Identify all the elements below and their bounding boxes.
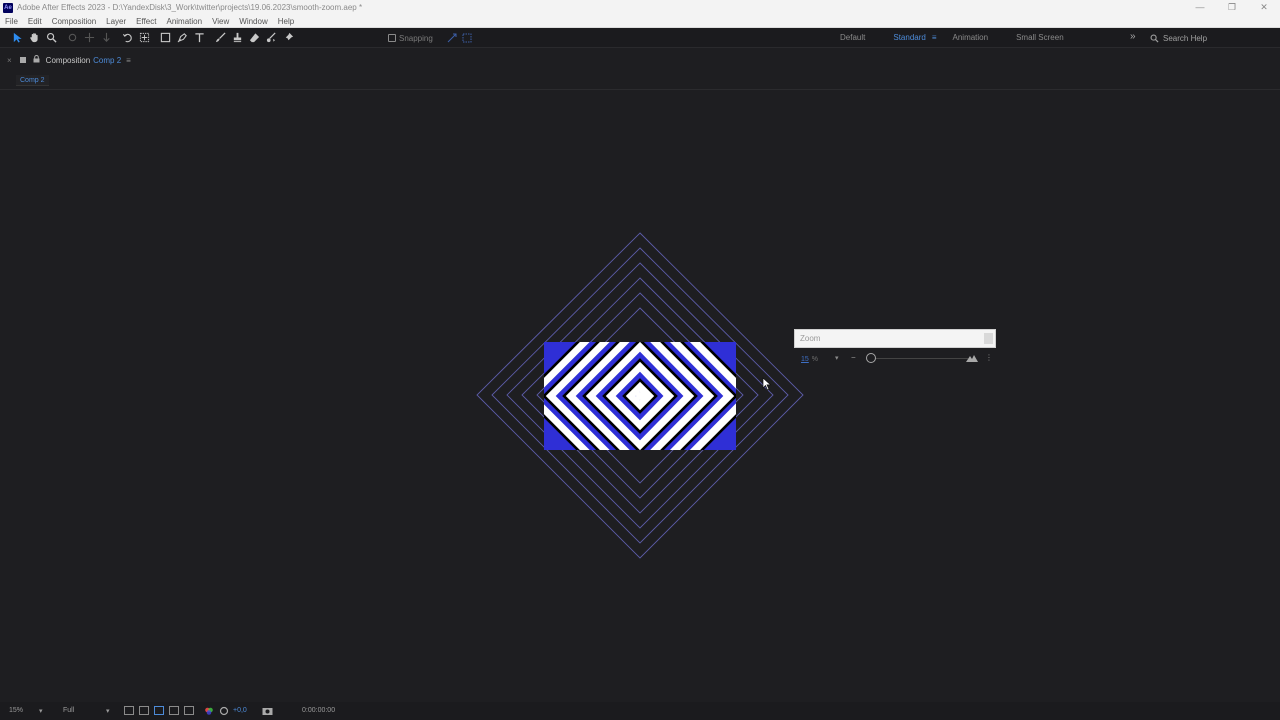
current-time-display[interactable]: 0:00:00:00 [302,707,335,714]
lock-icon[interactable] [33,55,40,65]
more-workspaces-icon[interactable]: » [1130,31,1136,42]
magnification-chevron-icon[interactable]: ▾ [39,707,43,715]
clone-stamp-tool-icon[interactable] [229,30,245,46]
workspace-standard[interactable]: Standard [893,33,925,42]
zoom-field-clear[interactable] [984,333,993,344]
tools-panel: Snapping Default Standard ≡ Animation Sm… [0,28,1280,48]
snapping-label: Snapping [399,33,433,43]
hand-tool-icon[interactable] [26,30,42,46]
comp-tab[interactable]: Comp 2 [16,75,49,86]
composition-artwork [476,232,804,559]
color-channels-icon[interactable] [204,706,214,716]
dolly-camera-tool-icon[interactable] [98,30,114,46]
composition-panel-header: × Composition Comp 2 ≡ [0,50,1280,70]
minimize-button[interactable]: — [1185,2,1215,13]
rectangle-tool-icon[interactable] [157,30,173,46]
zoom-unit: % [811,355,819,363]
menu-effect[interactable]: Effect [131,17,161,26]
composition-panel-icon [19,57,26,63]
type-tool-icon[interactable] [191,30,207,46]
orbit-camera-tool-icon[interactable] [64,30,80,46]
workspace-default[interactable]: Default [840,33,865,42]
exposure-reset-icon[interactable] [219,706,229,716]
transparency-grid-icon[interactable] [139,706,149,715]
snapping-toggle[interactable]: Snapping [388,33,472,43]
zoom-dropdown-chevron-icon[interactable]: ▾ [835,354,839,362]
menu-layer[interactable]: Layer [101,17,131,26]
mouse-pointer-icon [762,377,772,391]
window-title: Adobe After Effects 2023 - D:\YandexDisk… [17,3,363,12]
roto-brush-tool-icon[interactable] [263,30,279,46]
close-window-button[interactable]: ✕ [1249,2,1279,13]
composition-viewer[interactable] [0,90,1280,702]
menu-animation[interactable]: Animation [161,17,207,26]
snap-features-icon[interactable] [462,33,472,43]
viewer-controls-bar: 15% ▾ Full ▾ +0,0 0:00:00:00 [0,702,1280,720]
menu-view[interactable]: View [207,17,234,26]
zoom-tool-icon[interactable] [43,30,59,46]
rotation-tool-icon[interactable] [119,30,135,46]
workspace-menu-icon[interactable]: ≡ [932,33,937,42]
zoom-field-placeholder: Zoom [800,334,821,343]
menu-composition[interactable]: Composition [47,17,101,26]
workspace-small-screen[interactable]: Small Screen [1016,33,1064,42]
window-controls: — ❐ ✕ [1184,2,1280,13]
search-help-label: Search Help [1163,33,1208,43]
mask-visibility-icon[interactable] [154,706,164,715]
snap-edges-icon[interactable] [447,33,457,43]
guides-icon[interactable] [169,706,179,715]
eraser-tool-icon[interactable] [246,30,262,46]
workspace-switcher: Default Standard ≡ Animation Small Scree… [840,33,1092,42]
snapshot-camera-icon[interactable] [262,706,273,716]
selection-tool-icon[interactable] [9,30,25,46]
panel-comp-name[interactable]: Comp 2 [93,56,121,65]
zoom-slider-handle[interactable] [866,353,876,363]
zoom-popup: Zoom 15 % ▾ − ⋮ [794,329,996,371]
menu-help[interactable]: Help [273,17,299,26]
search-help-field[interactable]: Search Help [1150,32,1278,44]
search-icon [1150,34,1159,43]
menu-window[interactable]: Window [234,17,272,26]
magnification-dropdown[interactable]: 15% [9,707,23,714]
zoom-slider-track[interactable] [872,358,968,359]
region-of-interest-icon[interactable] [124,706,134,715]
restore-button[interactable]: ❐ [1217,2,1247,13]
channel-icon[interactable] [184,706,194,715]
close-panel-icon[interactable]: × [7,56,12,65]
menu-edit[interactable]: Edit [23,17,47,26]
more-options-icon[interactable]: ⋮ [985,353,993,362]
anchor-point-tool-icon[interactable] [136,30,152,46]
resolution-chevron-icon[interactable]: ▾ [106,707,110,715]
zoom-value[interactable]: 15 [801,356,809,363]
menu-bar: File Edit Composition Layer Effect Anima… [0,15,1280,28]
zoom-search-field[interactable]: Zoom [794,329,996,348]
pan-camera-tool-icon[interactable] [81,30,97,46]
zoom-out-icon[interactable]: − [851,353,856,362]
exposure-value[interactable]: +0,0 [233,707,247,714]
brush-tool-icon[interactable] [212,30,228,46]
panel-title: Composition [45,55,91,65]
workspace-animation[interactable]: Animation [953,33,989,42]
zoom-in-mountain-icon[interactable] [966,354,978,362]
title-bar: Ae Adobe After Effects 2023 - D:\YandexD… [0,0,1280,15]
menu-file[interactable]: File [0,17,23,26]
panel-menu-icon[interactable]: ≡ [126,56,131,65]
pen-tool-icon[interactable] [174,30,190,46]
zoom-controls: 15 % ▾ − ⋮ [794,348,996,370]
puppet-pin-tool-icon[interactable] [280,30,296,46]
after-effects-app-icon: Ae [3,2,13,13]
resolution-dropdown[interactable]: Full [63,707,74,714]
snapping-checkbox[interactable] [388,34,396,42]
